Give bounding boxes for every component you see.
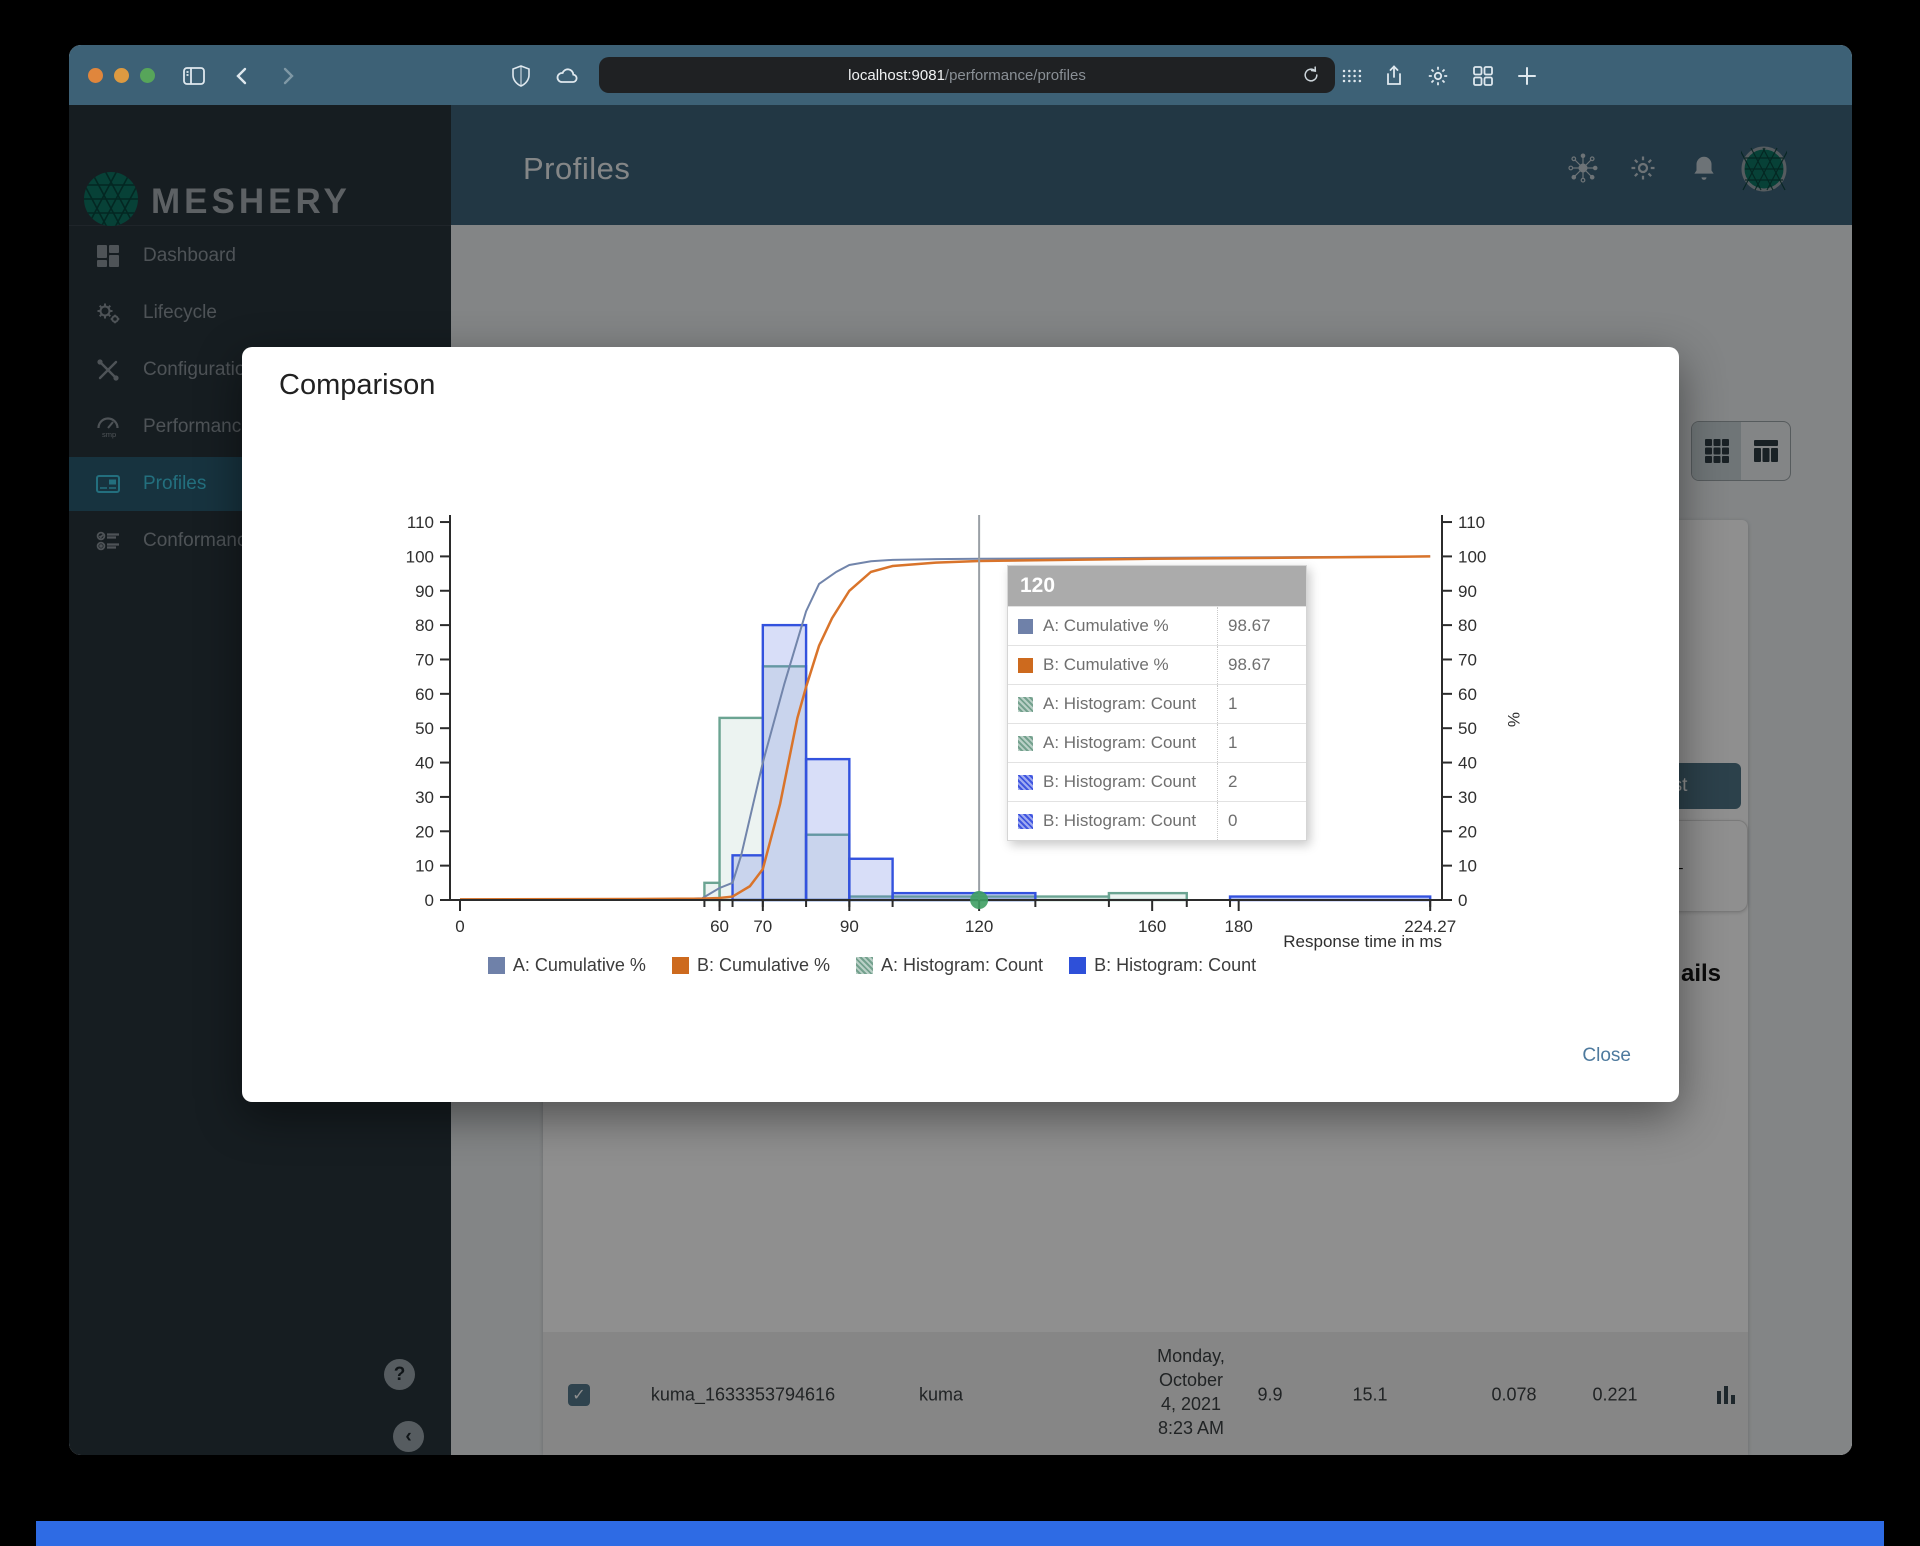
svg-text:90: 90	[1458, 582, 1477, 601]
tooltip-swatch-icon	[1018, 774, 1033, 790]
tab-overview-icon[interactable]	[1471, 64, 1495, 88]
svg-text:80: 80	[1458, 616, 1477, 635]
desktop: localhost:9081/performance/profiles MESH…	[0, 0, 1920, 1546]
svg-text:20: 20	[415, 822, 434, 841]
svg-text:60: 60	[710, 917, 729, 936]
tooltip-swatch-icon	[1018, 735, 1033, 751]
tooltip-series-label: B: Cumulative %	[1043, 655, 1169, 674]
tooltip-series-label: A: Histogram: Count	[1043, 733, 1197, 752]
legend-label: A: Cumulative %	[512, 955, 646, 975]
tooltip-series-value: 98.67	[1217, 646, 1306, 684]
svg-text:0: 0	[455, 917, 464, 936]
svg-text:70: 70	[753, 917, 772, 936]
svg-text:120: 120	[965, 917, 993, 936]
extensions-icon[interactable]	[1340, 64, 1364, 88]
tooltip-row: A: Histogram: Count 1	[1008, 684, 1306, 723]
traffic-light-zoom[interactable]	[140, 68, 155, 83]
legend-item[interactable]: A: Cumulative %	[487, 955, 646, 976]
traffic-light-close[interactable]	[88, 68, 103, 83]
hover-marker	[970, 891, 989, 909]
svg-text:60: 60	[415, 685, 434, 704]
browser-titlebar: localhost:9081/performance/profiles	[69, 45, 1852, 105]
traffic-light-minimize[interactable]	[114, 68, 129, 83]
tooltip-series-label: B: Histogram: Count	[1043, 811, 1197, 830]
svg-text:110: 110	[1458, 513, 1485, 532]
tooltip-swatch-icon	[1018, 657, 1033, 673]
browser-window: localhost:9081/performance/profiles MESH…	[69, 45, 1852, 1455]
url-host: localhost:9081	[848, 66, 945, 84]
tooltip-series-label: B: Histogram: Count	[1043, 772, 1197, 791]
svg-text:80: 80	[415, 616, 434, 635]
svg-text:20: 20	[1458, 822, 1477, 841]
svg-text:100: 100	[406, 547, 434, 566]
svg-text:40: 40	[1458, 754, 1477, 773]
close-button[interactable]: Close	[1568, 1037, 1645, 1075]
axis-labels: 0 010 1020 2030 3040 4050 5060 6070 7080 8090 9010…	[406, 513, 1523, 951]
svg-text:100: 100	[1458, 547, 1486, 566]
tooltip-series-value: 98.67	[1217, 607, 1306, 645]
legend-swatch-icon	[856, 957, 873, 974]
svg-text:40: 40	[415, 754, 434, 773]
tooltip-row: B: Histogram: Count 2	[1008, 762, 1306, 801]
svg-text:160: 160	[1138, 917, 1166, 936]
tooltip-header: 120	[1008, 566, 1306, 606]
right-axis-label: %	[1504, 712, 1523, 727]
tooltip-series-label: A: Cumulative %	[1043, 616, 1169, 635]
chart-legend: A: Cumulative % B: Cumulative % A: Histogr…	[242, 955, 1502, 976]
svg-text:110: 110	[407, 513, 434, 532]
legend-swatch-icon	[1069, 957, 1087, 974]
tooltip-series-value: 1	[1217, 685, 1306, 723]
svg-text:30: 30	[1458, 788, 1477, 807]
svg-text:70: 70	[1458, 650, 1477, 669]
share-icon[interactable]	[1382, 64, 1406, 88]
browser-settings-icon[interactable]	[1426, 64, 1450, 88]
tooltip-swatch-icon	[1018, 696, 1033, 712]
legend-label: B: Cumulative %	[696, 955, 830, 975]
legend-swatch-icon	[671, 957, 689, 974]
tooltip-series-value: 0	[1217, 802, 1306, 840]
svg-text:180: 180	[1224, 917, 1252, 936]
chart-tooltip: 120 A: Cumulative % 98.67 B: Cumulative % 9…	[1007, 565, 1307, 841]
url-path: /performance/profiles	[944, 66, 1086, 84]
tooltip-row: B: Cumulative % 98.67	[1008, 645, 1306, 684]
tooltip-swatch-icon	[1018, 813, 1033, 829]
reload-icon[interactable]	[1301, 65, 1321, 85]
legend-item[interactable]: B: Histogram: Count	[1069, 955, 1256, 976]
comparison-modal: Comparison 0 0 10 10 20 20 30 30 40 40 50 50 60 60 70 7…	[242, 347, 1679, 1102]
desktop-accent-strip	[36, 1521, 1884, 1546]
legend-swatch-icon	[487, 957, 505, 974]
privacy-shield-icon[interactable]	[509, 64, 533, 88]
svg-text:0: 0	[425, 891, 434, 910]
svg-text:70: 70	[415, 650, 434, 669]
legend-item[interactable]: B: Cumulative %	[671, 955, 830, 976]
svg-text:50: 50	[1458, 719, 1477, 738]
svg-text:90: 90	[840, 917, 859, 936]
svg-text:60: 60	[1458, 685, 1477, 704]
tooltip-series-value: 2	[1217, 763, 1306, 801]
tooltip-row: A: Histogram: Count 1	[1008, 723, 1306, 762]
svg-text:10: 10	[415, 857, 434, 876]
tooltip-row: A: Cumulative % 98.67	[1008, 606, 1306, 645]
legend-label: B: Histogram: Count	[1094, 955, 1257, 975]
x-axis-label: Response time in ms	[1283, 932, 1442, 951]
tooltip-swatch-icon	[1018, 618, 1033, 634]
tooltip-series-label: A: Histogram: Count	[1043, 694, 1197, 713]
back-icon[interactable]	[231, 64, 255, 88]
legend-item[interactable]: A: Histogram: Count	[856, 955, 1043, 976]
sidebar-toggle-icon[interactable]	[182, 64, 206, 88]
svg-text:0: 0	[1458, 891, 1467, 910]
tooltip-series-value: 1	[1217, 724, 1306, 762]
svg-text:90: 90	[415, 582, 434, 601]
svg-text:10: 10	[1458, 857, 1477, 876]
forward-icon[interactable]	[275, 64, 299, 88]
svg-text:30: 30	[415, 788, 434, 807]
new-tab-icon[interactable]	[1515, 64, 1539, 88]
modal-title: Comparison	[279, 369, 436, 401]
svg-text:50: 50	[415, 719, 434, 738]
comparison-chart[interactable]: 0 010 1020 2030 3040 4050 5060 6070 7080 8090 9010…	[362, 487, 1572, 957]
address-bar[interactable]: localhost:9081/performance/profiles	[599, 57, 1335, 93]
icloud-tab-icon[interactable]	[555, 64, 579, 88]
legend-label: A: Histogram: Count	[881, 955, 1044, 975]
tooltip-row: B: Histogram: Count 0	[1008, 801, 1306, 840]
